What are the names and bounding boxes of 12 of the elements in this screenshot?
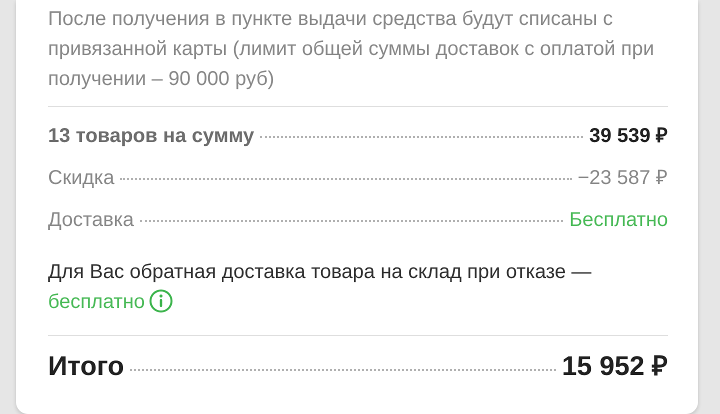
payment-notice: После получения в пункте выдачи средства будут списаны с привязанной карты (лимит общей суммы доставок с оплатой при получении – 90 000 руб) — [48, 7, 656, 92]
row-value: Бесплатно — [569, 208, 668, 233]
row-label: Скидка — [48, 166, 114, 191]
row-value: 39 539 ₽ — [589, 124, 668, 149]
row-label: 13 товаров на сумму — [48, 124, 254, 149]
total-label: Итого — [48, 350, 124, 383]
total-value: 15 952 ₽ — [562, 350, 668, 383]
return-note: Для Вас обратная доставка товара на склад при отказе — — [48, 261, 592, 283]
row-value: −23 587 ₽ — [578, 166, 668, 191]
info-icon[interactable] — [148, 289, 173, 313]
free-label: бесплатно — [48, 291, 145, 313]
row-label: Доставка — [48, 208, 134, 233]
